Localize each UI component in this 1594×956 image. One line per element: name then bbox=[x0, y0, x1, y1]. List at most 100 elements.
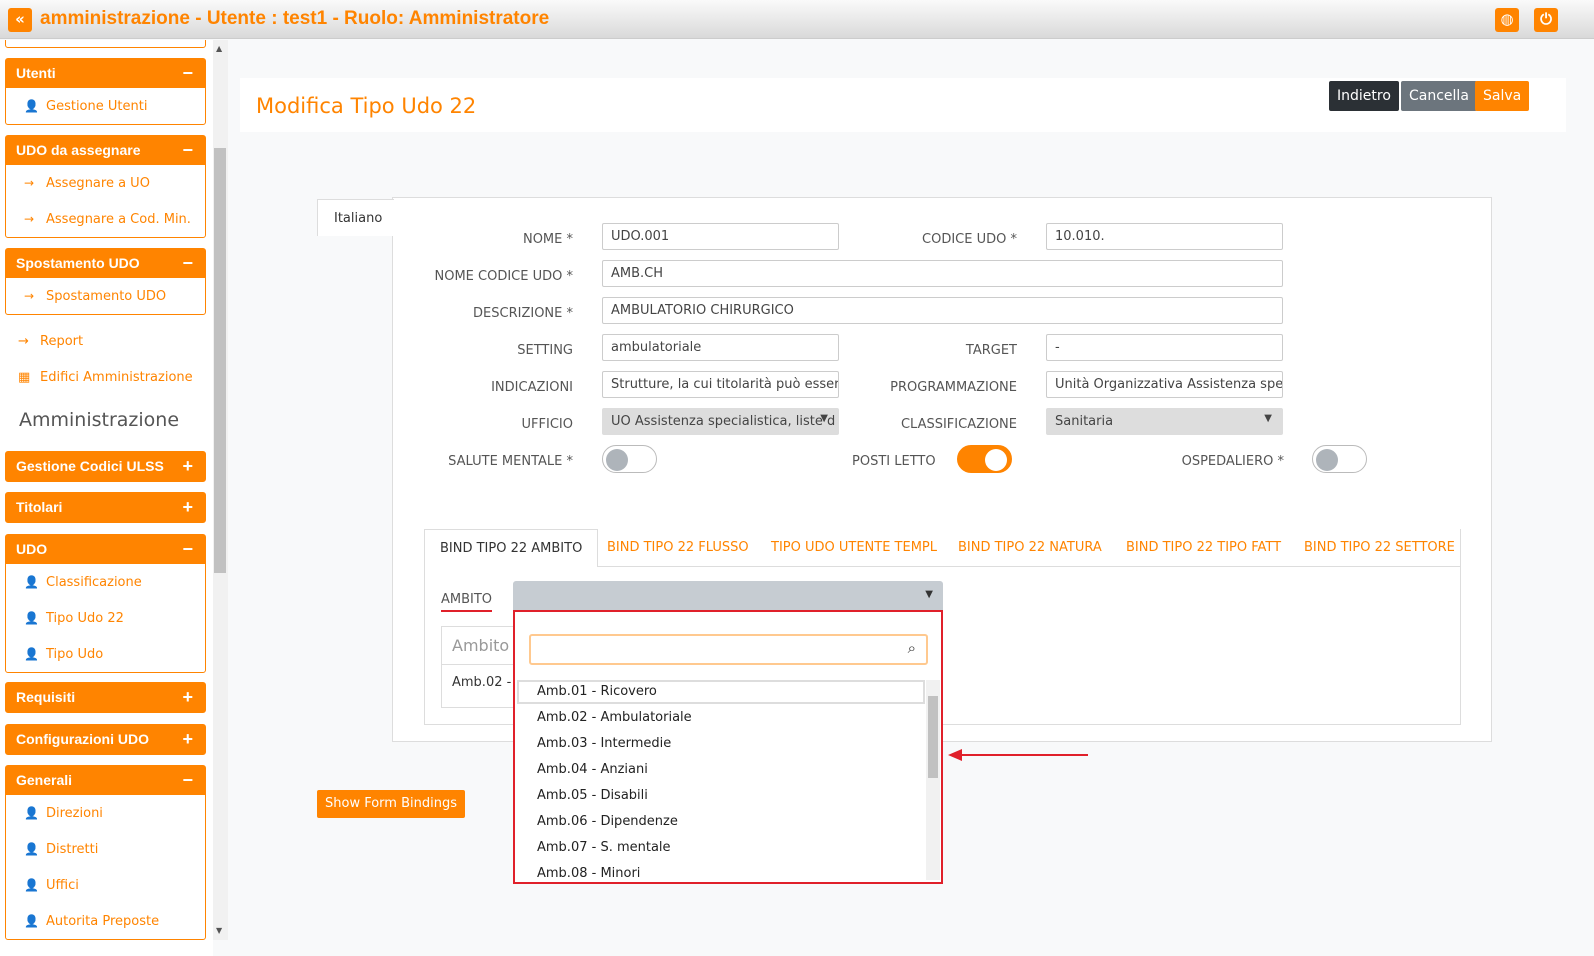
show-form-bindings-button[interactable]: Show Form Bindings bbox=[317, 790, 465, 818]
setting-field[interactable]: ambulatoriale bbox=[602, 334, 839, 361]
expand-icon[interactable]: + bbox=[182, 683, 193, 712]
ambito-select[interactable]: ▼ bbox=[513, 581, 943, 611]
target-label: TARGET bbox=[965, 343, 1017, 358]
item-label: Distretti bbox=[46, 842, 99, 857]
ospedaliero-toggle[interactable] bbox=[1312, 445, 1367, 473]
sidebar-group-configurazioni: Configurazioni UDO + bbox=[5, 724, 206, 755]
collapse-icon[interactable]: − bbox=[182, 249, 193, 278]
sidebar-group-header[interactable]: Requisiti + bbox=[6, 683, 205, 712]
tab-bind-flusso[interactable]: BIND TIPO 22 FLUSSO bbox=[607, 529, 749, 567]
sidebar-item-assegnare-uo[interactable]: → Assegnare a UO bbox=[6, 165, 205, 201]
dropdown-scrollbar[interactable] bbox=[926, 680, 940, 880]
tab-utente-templ[interactable]: TIPO UDO UTENTE TEMPL bbox=[771, 529, 937, 567]
option-amb-07[interactable]: Amb.07 - S. mentale bbox=[537, 840, 671, 855]
sidebar-group-header[interactable]: UDO − bbox=[6, 535, 205, 564]
cancel-button[interactable]: Cancella bbox=[1401, 81, 1477, 111]
group-title: Requisiti bbox=[16, 689, 76, 705]
option-amb-05[interactable]: Amb.05 - Disabili bbox=[537, 788, 648, 803]
sidebar-item-uffici[interactable]: 👤 Uffici bbox=[6, 867, 205, 903]
sidebar-group-header[interactable]: Spostamento UDO − bbox=[6, 249, 205, 278]
sidebar-scrollbar[interactable]: ▲ ▼ bbox=[213, 40, 228, 940]
item-label: Assegnare a UO bbox=[46, 176, 150, 191]
programmazione-field[interactable]: Unità Organizzativa Assistenza specia bbox=[1046, 371, 1283, 398]
save-button[interactable]: Salva bbox=[1475, 81, 1530, 111]
target-field[interactable]: - bbox=[1046, 334, 1283, 361]
sidebar-link-edifici[interactable]: ▦ Edifici Amministrazione bbox=[18, 370, 193, 385]
sidebar-group-generali: Generali − 👤 Direzioni 👤 Distretti 👤 Uffici … bbox=[5, 765, 206, 940]
tab-bind-settore[interactable]: BIND TIPO 22 SETTORE bbox=[1304, 529, 1455, 567]
sidebar-group-header[interactable]: Utenti − bbox=[6, 59, 205, 88]
collapse-icon[interactable]: − bbox=[182, 535, 193, 564]
tab-bind-ambito[interactable]: BIND TIPO 22 AMBITO bbox=[424, 529, 599, 567]
globe-icon[interactable]: ◍ bbox=[1495, 8, 1519, 32]
sidebar-link-report[interactable]: → Report bbox=[18, 334, 83, 349]
salute-mentale-toggle[interactable] bbox=[602, 445, 657, 473]
item-label: Tipo Udo 22 bbox=[46, 611, 124, 626]
sidebar-item-direzioni[interactable]: 👤 Direzioni bbox=[6, 795, 205, 831]
sidebar-group-header[interactable]: Gestione Codici ULSS + bbox=[6, 452, 205, 481]
item-label: Spostamento UDO bbox=[46, 289, 167, 304]
sidebar-item-gestione-utenti[interactable]: 👤 Gestione Utenti bbox=[6, 88, 205, 124]
nome-codice-field[interactable]: AMB.CH bbox=[602, 260, 1283, 287]
codice-udo-field[interactable]: 10.010. bbox=[1046, 223, 1283, 250]
group-title: Utenti bbox=[16, 65, 56, 81]
scroll-up-icon[interactable]: ▲ bbox=[216, 44, 222, 53]
sidebar-item-classificazione[interactable]: 👤 Classificazione bbox=[6, 564, 205, 600]
expand-icon[interactable]: + bbox=[182, 493, 193, 522]
collapse-icon[interactable]: − bbox=[182, 136, 193, 165]
user-edit-icon: 👤 bbox=[24, 806, 39, 820]
user-edit-icon: 👤 bbox=[24, 647, 39, 661]
sidebar-item-distretti[interactable]: 👤 Distretti bbox=[6, 831, 205, 867]
option-amb-06[interactable]: Amb.06 - Dipendenze bbox=[537, 814, 678, 829]
power-icon[interactable]: ⏻ bbox=[1534, 8, 1558, 32]
item-label: Gestione Utenti bbox=[46, 99, 148, 114]
scrollbar-thumb[interactable] bbox=[214, 148, 226, 573]
descrizione-field[interactable]: AMBULATORIO CHIRURGICO bbox=[602, 297, 1283, 324]
page-title: Modifica Tipo Udo 22 bbox=[256, 94, 477, 118]
tab-italiano[interactable]: Italiano bbox=[317, 199, 394, 236]
scroll-down-icon[interactable]: ▼ bbox=[216, 926, 222, 935]
tab-bind-tipo-fatt[interactable]: BIND TIPO 22 TIPO FATT bbox=[1126, 529, 1281, 567]
codice-udo-label: CODICE UDO * bbox=[922, 232, 1017, 247]
dropdown-search-input[interactable]: ⌕ bbox=[529, 634, 928, 665]
ufficio-select[interactable]: UO Assistenza specialistica, liste d ▼ bbox=[602, 408, 839, 435]
sidebar-group-header[interactable]: Titolari + bbox=[6, 493, 205, 522]
group-title: UDO bbox=[16, 541, 48, 557]
posti-letto-toggle[interactable] bbox=[957, 445, 1012, 473]
search-icon: ⌕ bbox=[907, 639, 916, 657]
expand-icon[interactable]: + bbox=[182, 725, 193, 754]
collapse-sidebar-icon[interactable]: « bbox=[8, 8, 32, 32]
sidebar-group-partial bbox=[5, 40, 206, 48]
user-edit-icon: 👤 bbox=[24, 914, 39, 928]
top-bar: « amministrazione - Utente : test1 - Ruo… bbox=[0, 0, 1594, 39]
sidebar-group-gestione-codici: Gestione Codici ULSS + bbox=[5, 451, 206, 482]
classificazione-label: CLASSIFICAZIONE bbox=[900, 417, 1017, 432]
sidebar-group-header[interactable]: Generali − bbox=[6, 766, 205, 795]
sidebar-item-spostamento-udo[interactable]: → Spostamento UDO bbox=[6, 278, 205, 314]
table-row: Amb.02 - A bbox=[452, 675, 525, 690]
group-title: Titolari bbox=[16, 499, 63, 515]
option-amb-08[interactable]: Amb.08 - Minori bbox=[537, 866, 640, 881]
sidebar-group-header[interactable]: Configurazioni UDO + bbox=[6, 725, 205, 754]
sidebar-item-autorita[interactable]: 👤 Autorita Preposte bbox=[6, 903, 205, 939]
collapse-icon[interactable]: − bbox=[182, 766, 193, 795]
sidebar-group-header[interactable]: UDO da assegnare − bbox=[6, 136, 205, 165]
scrollbar-thumb[interactable] bbox=[928, 696, 938, 778]
indicazioni-field[interactable]: Strutture, la cui titolarità può essere … bbox=[602, 371, 839, 398]
sidebar-item-tipo-udo-22[interactable]: 👤 Tipo Udo 22 bbox=[6, 600, 205, 636]
sidebar-group-utenti: Utenti − 👤 Gestione Utenti bbox=[5, 58, 206, 125]
tab-bind-natura[interactable]: BIND TIPO 22 NATURA bbox=[958, 529, 1102, 567]
arrow-right-icon: → bbox=[24, 289, 35, 303]
classificazione-select[interactable]: Sanitaria ▼ bbox=[1046, 408, 1283, 435]
option-amb-04[interactable]: Amb.04 - Anziani bbox=[537, 762, 648, 777]
nome-field[interactable]: UDO.001 bbox=[602, 223, 839, 250]
sidebar-item-tipo-udo[interactable]: 👤 Tipo Udo bbox=[6, 636, 205, 672]
option-amb-03[interactable]: Amb.03 - Intermedie bbox=[537, 736, 671, 751]
sidebar-item-assegnare-cod-min[interactable]: → Assegnare a Cod. Min. bbox=[6, 201, 205, 237]
setting-label: SETTING bbox=[517, 343, 573, 358]
option-amb-01[interactable]: Amb.01 - Ricovero bbox=[537, 684, 657, 699]
expand-icon[interactable]: + bbox=[182, 452, 193, 481]
collapse-icon[interactable]: − bbox=[182, 59, 193, 88]
back-button[interactable]: Indietro bbox=[1329, 81, 1399, 111]
option-amb-02[interactable]: Amb.02 - Ambulatoriale bbox=[537, 710, 692, 725]
